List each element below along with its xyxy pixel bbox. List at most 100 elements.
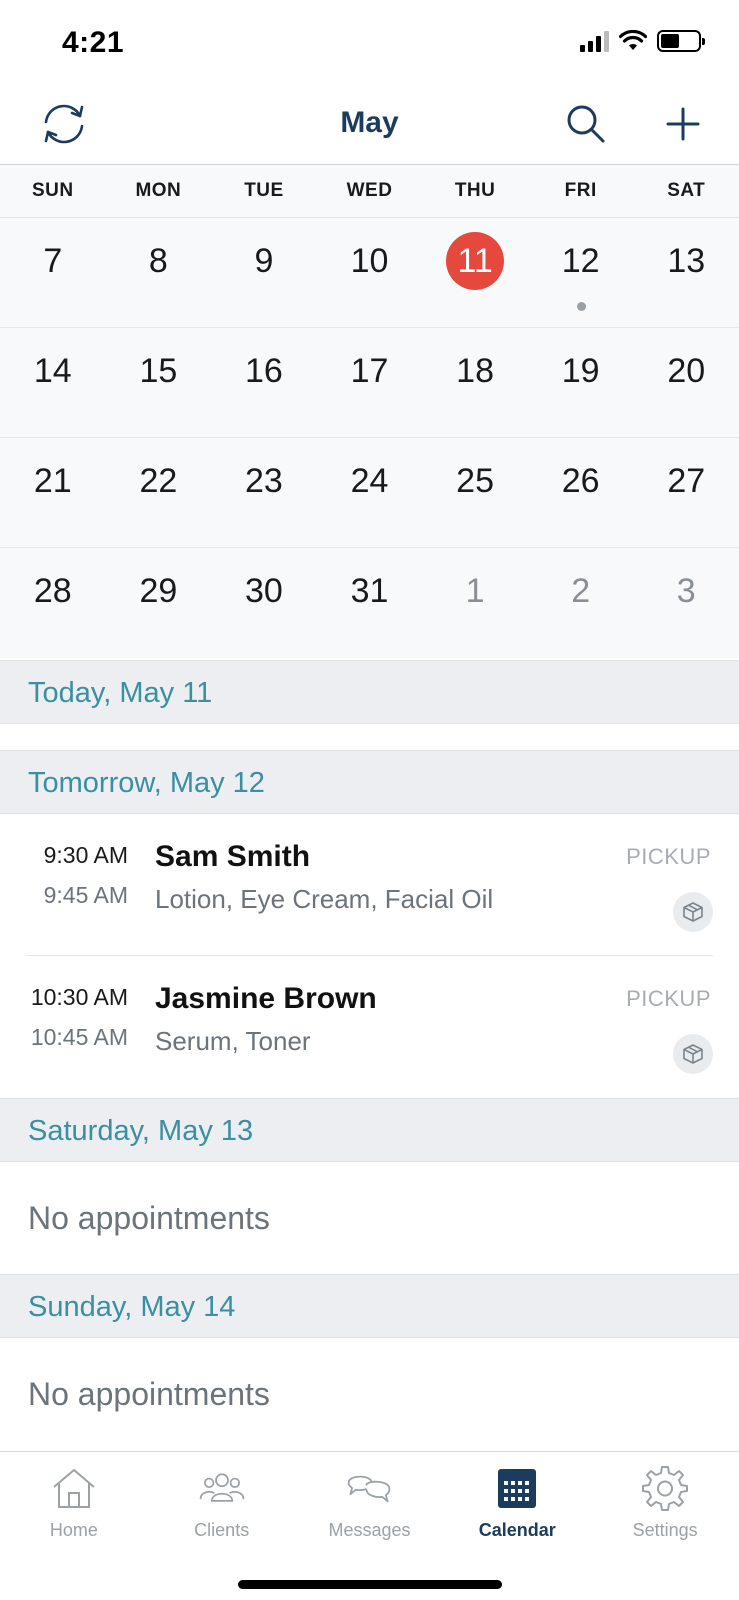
day-number: 21: [33, 462, 72, 500]
calendar-day[interactable]: 20: [633, 328, 739, 437]
add-appointment-button[interactable]: [657, 98, 709, 150]
battery-icon: [657, 30, 705, 52]
day-number: 28: [33, 572, 72, 610]
status-icons: [580, 30, 705, 52]
day-number: 17: [350, 352, 389, 390]
day-number: 29: [139, 572, 178, 610]
appointment-client-name: Jasmine Brown: [155, 982, 377, 1015]
calendar-header: May: [0, 88, 739, 164]
appointment-items: Serum, Toner: [155, 1026, 311, 1056]
tab-home[interactable]: Home: [0, 1452, 148, 1548]
calendar-day[interactable]: 13: [633, 218, 739, 327]
calendar-day[interactable]: 14: [0, 328, 106, 437]
day-number: 24: [350, 462, 389, 500]
package-icon: [673, 1034, 713, 1074]
search-button[interactable]: [560, 98, 612, 150]
calendar-day[interactable]: 27: [633, 438, 739, 547]
month-title[interactable]: May: [0, 106, 739, 140]
day-header-saturday: Saturday, May 13: [0, 1098, 739, 1162]
calendar-day[interactable]: 19: [528, 328, 634, 437]
calendar-day[interactable]: 22: [106, 438, 212, 547]
calendar-day[interactable]: 28: [0, 548, 106, 658]
calendar-day[interactable]: 16: [211, 328, 317, 437]
calendar-day[interactable]: 30: [211, 548, 317, 658]
calendar-day[interactable]: 17: [317, 328, 423, 437]
appointment-start-time: 10:30 AM: [30, 984, 128, 1010]
day-number: 3: [676, 572, 696, 610]
messages-icon: [345, 1466, 393, 1510]
empty-day-spacer: [0, 724, 739, 750]
day-number: 11: [446, 232, 505, 290]
calendar-week-row: 14 15 16 17 18 19 20: [0, 328, 739, 438]
weekday-label: FRI: [564, 180, 597, 201]
appointment-row[interactable]: 10:30 AM 10:45 AM Jasmine Brown Serum, T…: [0, 956, 739, 1098]
day-number: 13: [667, 242, 706, 280]
calendar-day[interactable]: 23: [211, 438, 317, 547]
appointment-row[interactable]: 9:30 AM 9:45 AM Sam Smith Lotion, Eye Cr…: [0, 814, 739, 956]
tab-messages[interactable]: Messages: [296, 1452, 444, 1548]
home-indicator[interactable]: [238, 1580, 502, 1589]
appointment-type: PICKUP: [626, 986, 711, 1011]
day-number: 14: [33, 352, 72, 390]
calendar-day[interactable]: 18: [422, 328, 528, 437]
plus-icon: [666, 107, 700, 141]
calendar-week-row: 7 8 9 10 11 12 13: [0, 218, 739, 328]
calendar-day[interactable]: 25: [422, 438, 528, 547]
appointment-end-time: 9:45 AM: [43, 882, 128, 908]
tab-settings[interactable]: Settings: [591, 1452, 739, 1548]
weekday-label: WED: [346, 180, 393, 201]
tab-label: Messages: [328, 1520, 411, 1540]
calendar-day-today[interactable]: 11: [422, 218, 528, 327]
day-number: 22: [139, 462, 178, 500]
calendar-day[interactable]: 12: [528, 218, 634, 327]
calendar-day[interactable]: 3: [633, 548, 739, 658]
appointment-items: Lotion, Eye Cream, Facial Oil: [155, 884, 494, 914]
calendar-day[interactable]: 8: [106, 218, 212, 327]
weekday-header: SUN MON TUE WED THU FRI SAT: [0, 164, 739, 218]
clients-icon: [198, 1466, 246, 1510]
day-number: 27: [667, 462, 706, 500]
wifi-icon: [619, 30, 647, 50]
weekday-label: MON: [135, 180, 182, 201]
cellular-signal-icon: [580, 30, 609, 52]
calendar-day[interactable]: 2: [528, 548, 634, 658]
tab-label: Calendar: [478, 1520, 556, 1540]
event-indicator-dot: [576, 302, 586, 311]
calendar-day[interactable]: 1: [422, 548, 528, 658]
day-number: 9: [254, 242, 274, 280]
day-number: 15: [139, 352, 178, 390]
day-number: 26: [561, 462, 600, 500]
day-number: 8: [148, 242, 168, 280]
calendar-day[interactable]: 15: [106, 328, 212, 437]
tab-label: Settings: [632, 1520, 698, 1540]
day-header-sunday: Sunday, May 14: [0, 1274, 739, 1338]
day-header-today: Today, May 11: [0, 660, 739, 724]
day-number: 25: [456, 462, 494, 500]
no-appointments-text: No appointments: [0, 1162, 739, 1274]
calendar-day[interactable]: 7: [0, 218, 106, 327]
home-icon: [50, 1466, 98, 1510]
calendar-day[interactable]: 21: [0, 438, 106, 547]
appointment-client-name: Sam Smith: [155, 840, 311, 873]
day-number: 1: [465, 572, 485, 610]
calendar-day[interactable]: 10: [317, 218, 423, 327]
tab-calendar[interactable]: Calendar: [443, 1452, 591, 1548]
day-number: 18: [456, 352, 494, 390]
appointment-start-time: 9:30 AM: [43, 842, 128, 868]
weekday-label: THU: [454, 180, 496, 201]
weekday-label: SUN: [31, 180, 74, 201]
calendar-day[interactable]: 31: [317, 548, 423, 658]
calendar-day[interactable]: 24: [317, 438, 423, 547]
status-time: 4:21: [62, 26, 125, 59]
search-icon: [567, 105, 605, 143]
weekday-label: SAT: [667, 180, 706, 201]
day-number: 16: [245, 352, 283, 390]
day-number: 7: [43, 242, 63, 280]
calendar-day[interactable]: 29: [106, 548, 212, 658]
tab-clients[interactable]: Clients: [148, 1452, 296, 1548]
month-grid: 7 8 9 10 11 12 13 14 15 16 17 18 19 20 21 22 23 24 25 26 27 2…: [0, 218, 739, 658]
no-appointments-text: No appointments: [0, 1338, 739, 1450]
tab-label: Home: [49, 1520, 98, 1540]
calendar-day[interactable]: 9: [211, 218, 317, 327]
calendar-day[interactable]: 26: [528, 438, 634, 547]
